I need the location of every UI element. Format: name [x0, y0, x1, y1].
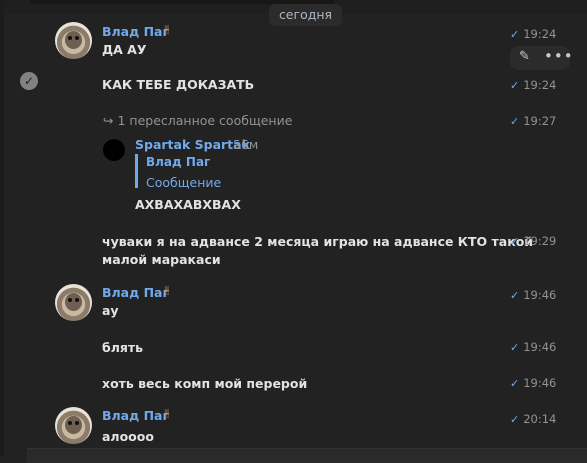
forwarded-timestamp: 56м	[233, 137, 259, 152]
message-author[interactable]: Влад Паг	[102, 408, 169, 423]
message-time[interactable]: ✓ 19:46	[510, 376, 556, 390]
left-rail	[0, 0, 4, 456]
message-time[interactable]: ✓ 19:29	[510, 234, 556, 248]
read-check-icon: ✓	[510, 115, 520, 128]
message-text: алоооо	[102, 429, 154, 444]
quote-bar	[135, 154, 138, 188]
message-time[interactable]: ✓ 19:27	[510, 114, 556, 128]
message-text: ау	[102, 303, 119, 318]
sender-avatar[interactable]	[55, 284, 92, 321]
read-check-icon: ✓	[510, 235, 520, 248]
message-time[interactable]: ✓ 20:14	[510, 412, 556, 426]
avatar-eye	[75, 298, 79, 302]
forward-icon: ↪	[103, 113, 114, 128]
read-check-icon: ✓	[510, 28, 520, 41]
selected-checkmark-icon[interactable]: ✓	[20, 72, 38, 90]
read-check-icon: ✓	[510, 341, 520, 354]
message-author[interactable]: Влад Паг	[102, 24, 169, 39]
read-check-icon: ✓	[510, 289, 520, 302]
message-text: хоть весь комп мой перерой	[102, 376, 308, 391]
avatar-eye	[68, 36, 72, 40]
forwarded-text: АХВАХАВХВАХ	[135, 197, 241, 212]
avatar-eye	[75, 36, 79, 40]
message-time[interactable]: ✓ 19:46	[510, 340, 556, 354]
read-check-icon: ✓	[510, 79, 520, 92]
victory-hand-icon: ✌	[162, 23, 173, 37]
more-options-icon[interactable]: •••	[544, 47, 574, 65]
avatar-eye	[68, 421, 72, 425]
message-text: чуваки я на адвансе 2 месяца играю на ад…	[102, 234, 534, 249]
message-text: КАК ТЕБЕ ДОКАЗАТЬ	[102, 77, 255, 92]
avatar-eye	[68, 298, 72, 302]
message-time[interactable]: ✓ 19:24	[510, 27, 556, 41]
message-time[interactable]: ✓ 19:46	[510, 288, 556, 302]
message-actions: ✎ •••	[510, 46, 573, 70]
avatar-eye	[75, 421, 79, 425]
read-check-icon: ✓	[510, 413, 520, 426]
message-author[interactable]: Влад Паг	[102, 285, 169, 300]
read-check-icon: ✓	[510, 377, 520, 390]
edit-icon[interactable]: ✎	[519, 49, 530, 64]
sender-avatar[interactable]	[55, 407, 92, 444]
victory-hand-icon: ✌	[162, 407, 173, 421]
message-text: ДА АУ	[102, 42, 147, 57]
quote-author[interactable]: Влад Паг	[146, 155, 210, 169]
message-text-line2: малой маракаси	[102, 252, 221, 267]
message-time[interactable]: ✓ 19:24	[510, 78, 556, 92]
forwarded-author-avatar[interactable]	[103, 139, 125, 161]
quote-text[interactable]: Сообщение	[146, 175, 221, 190]
sender-avatar[interactable]	[55, 22, 92, 59]
victory-hand-icon: ✌	[162, 284, 173, 298]
forwarded-label[interactable]: ↪ 1 пересланное сообщение	[103, 113, 292, 128]
avatar-face	[65, 416, 82, 434]
avatar-face	[65, 293, 82, 311]
message-text: блять	[102, 340, 144, 355]
date-divider: сегодня	[269, 4, 342, 26]
avatar-face	[65, 31, 82, 49]
